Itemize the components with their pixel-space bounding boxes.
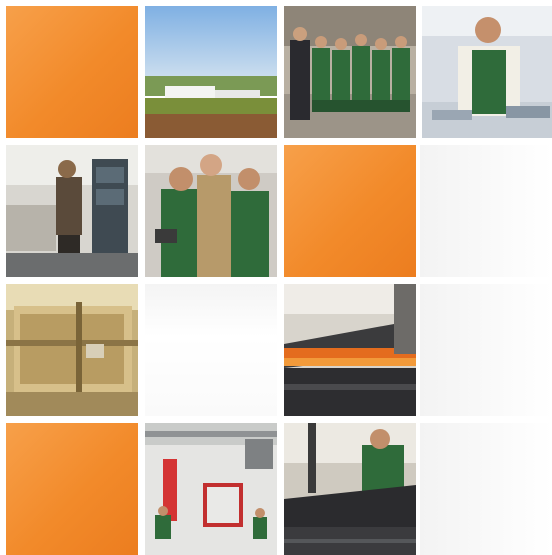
photo-worker-apron[interactable]: [422, 6, 552, 138]
photo-factory-floor[interactable]: [145, 423, 277, 555]
tile-orange-2: [284, 145, 416, 277]
photo-cutting-machine[interactable]: [6, 284, 138, 416]
photo-mosaic-grid: [0, 0, 552, 555]
photo-worker-sheet-metal[interactable]: [284, 423, 416, 555]
tile-orange-1: [6, 6, 138, 138]
tile-orange-3: [6, 423, 138, 555]
photo-three-men[interactable]: [145, 145, 277, 277]
tile-blank: [145, 284, 277, 416]
photo-landscape-building[interactable]: [145, 6, 277, 138]
photo-lab-worker[interactable]: [6, 145, 138, 277]
photo-press-brake[interactable]: [284, 284, 416, 416]
photo-group-workers[interactable]: [284, 6, 416, 138]
